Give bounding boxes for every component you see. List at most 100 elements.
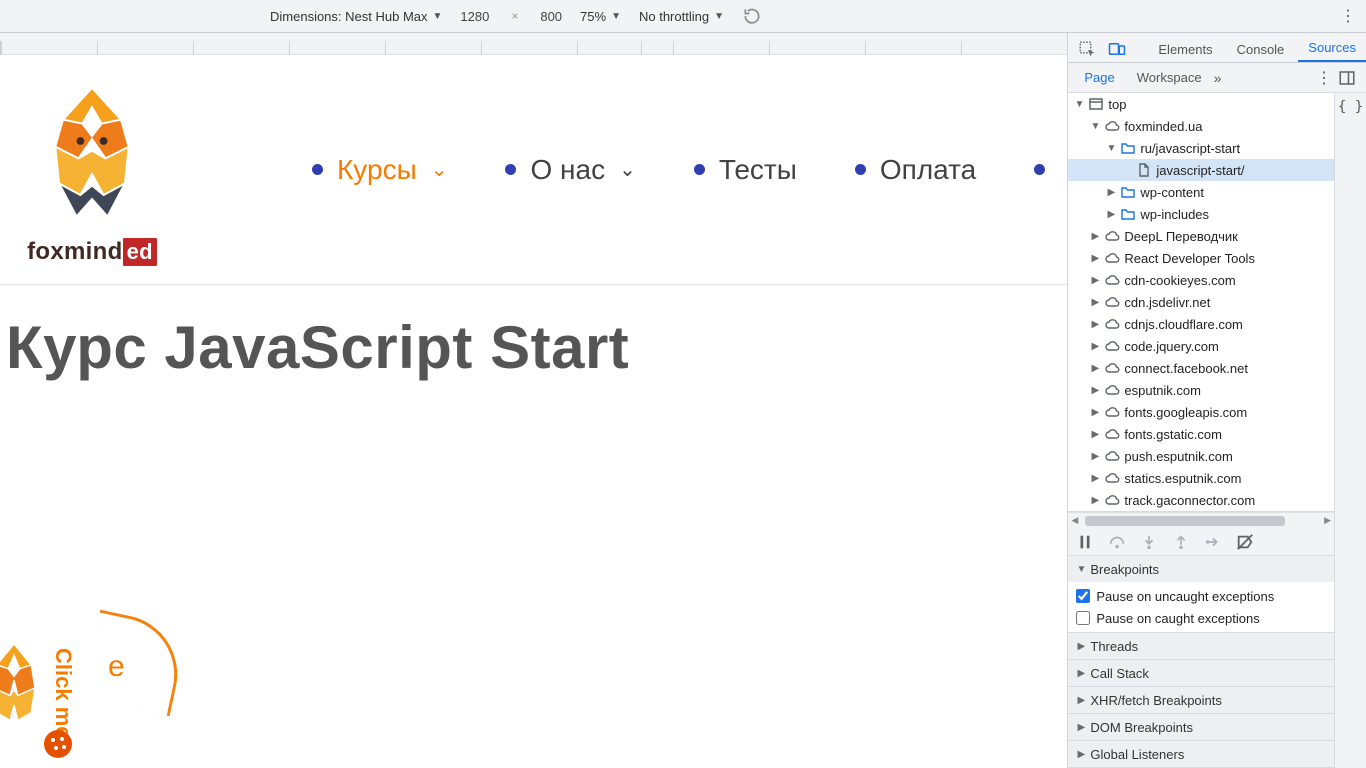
sources-tree[interactable]: ▼top▼foxminded.ua▼ru/javascript-start jav… — [1068, 93, 1334, 512]
panel-layout-icon[interactable] — [1338, 69, 1356, 87]
tree-arrow-icon: ▶ — [1090, 473, 1100, 484]
tree-arrow-icon: ▶ — [1090, 429, 1100, 440]
tree-label: cdn-cookieyes.com — [1124, 273, 1235, 288]
tree-item[interactable]: ▶esputnik.com — [1068, 379, 1334, 401]
step-out-icon[interactable] — [1172, 533, 1190, 551]
dimensions-dropdown[interactable]: Dimensions: Nest Hub Max▼ — [270, 9, 442, 24]
tree-item[interactable]: ▶ fonts.googleapis.com — [1068, 401, 1334, 423]
folder-icon — [1120, 206, 1136, 222]
rotate-button[interactable] — [742, 6, 762, 26]
ruler — [0, 33, 1067, 55]
logo-text-b: ed — [123, 238, 157, 266]
cloud-icon — [1104, 338, 1120, 354]
tree-arrow-icon: ▶ — [1090, 407, 1100, 418]
tab-console[interactable]: Console — [1227, 37, 1295, 62]
folder-icon — [1120, 140, 1136, 156]
tree-item[interactable]: javascript-start/ — [1068, 159, 1334, 181]
checkbox-pause-caught[interactable]: Pause on caught exceptions — [1076, 607, 1328, 629]
pause-icon[interactable] — [1076, 533, 1094, 551]
nav-dot-icon — [312, 164, 323, 175]
nav-dot-icon — [855, 164, 866, 175]
tree-arrow-icon: ▼ — [1106, 143, 1116, 154]
inspect-icon[interactable] — [1078, 40, 1096, 58]
nav-item-payment[interactable]: Оплата — [855, 154, 976, 186]
tree-label: statics.esputnik.com — [1124, 471, 1241, 486]
step-icon[interactable] — [1204, 533, 1222, 551]
tree-arrow-icon: ▶ — [1106, 209, 1116, 220]
tree-item[interactable]: ▶ wp-includes — [1068, 203, 1334, 225]
tree-label: fonts.googleapis.com — [1124, 405, 1247, 420]
horizontal-scrollbar[interactable]: ◀▶ — [1068, 512, 1334, 528]
tree-item[interactable]: ▶DeepL Переводчик — [1068, 225, 1334, 247]
dimension-width[interactable]: 1280 — [460, 9, 489, 24]
pretty-print-icon[interactable]: { } — [1338, 99, 1363, 115]
toolbar-more-button[interactable]: ⋮ — [1340, 6, 1356, 26]
floating-widget[interactable]: e Click me — [0, 608, 150, 768]
deactivate-breakpoints-icon[interactable] — [1236, 533, 1254, 551]
logo[interactable]: foxminded — [12, 73, 172, 266]
subtabs-more-button[interactable]: ⋮ — [1316, 68, 1332, 88]
nav-item-tests[interactable]: Тесты — [694, 154, 797, 186]
nav-dot-icon — [505, 164, 516, 175]
tree-item[interactable]: ▶push.esputnik.com — [1068, 445, 1334, 467]
accordion-dom-breakpoints[interactable]: ▶DOM Breakpoints — [1068, 714, 1334, 741]
cloud-icon — [1104, 118, 1120, 134]
accordion-threads[interactable]: ▶Threads — [1068, 633, 1334, 660]
cookie-icon[interactable] — [42, 728, 74, 760]
cloud-icon — [1104, 272, 1120, 288]
tree-item[interactable]: ▶ fonts.gstatic.com — [1068, 423, 1334, 445]
accordion-call-stack[interactable]: ▶Call Stack — [1068, 660, 1334, 687]
tree-item[interactable]: ▶code.jquery.com — [1068, 335, 1334, 357]
file-icon — [1136, 162, 1152, 178]
tree-arrow-icon: ▶ — [1090, 495, 1100, 506]
page-viewport: foxminded Курсы ⌄ О нас ⌄ — [0, 55, 1067, 768]
dimension-height[interactable]: 800 — [540, 9, 562, 24]
tree-item[interactable]: ▼foxminded.ua — [1068, 115, 1334, 137]
cloud-icon — [1104, 382, 1120, 398]
cloud-icon — [1104, 404, 1120, 420]
tree-item[interactable]: ▶ statics.esputnik.com — [1068, 467, 1334, 489]
tree-label: wp-includes — [1140, 207, 1209, 222]
tree-label: javascript-start/ — [1156, 163, 1244, 178]
subtab-page[interactable]: Page — [1074, 66, 1124, 89]
checkbox-pause-uncaught[interactable]: Pause on uncaught exceptions — [1076, 585, 1328, 607]
tree-arrow-icon: ▶ — [1090, 253, 1100, 264]
tree-arrow-icon: ▶ — [1106, 187, 1116, 198]
more-subtabs-icon[interactable]: » — [1214, 70, 1222, 86]
device-toggle-icon[interactable] — [1108, 40, 1126, 58]
dimension-separator: × — [507, 9, 522, 23]
accordion-xhr-fetch-breakpoints[interactable]: ▶XHR/fetch Breakpoints — [1068, 687, 1334, 714]
tree-item[interactable]: ▼top — [1068, 93, 1334, 115]
tree-item[interactable]: ▶cdn-cookieyes.com — [1068, 269, 1334, 291]
tree-item[interactable]: ▶cdn.jsdelivr.net — [1068, 291, 1334, 313]
nav-dot-icon — [694, 164, 705, 175]
tree-item[interactable]: ▶wp-content — [1068, 181, 1334, 203]
tab-elements[interactable]: Elements — [1148, 37, 1222, 62]
nav-item-courses[interactable]: Курсы ⌄ — [312, 154, 447, 186]
nav-item-about[interactable]: О нас ⌄ — [505, 154, 635, 186]
widget-letter: e — [108, 650, 125, 684]
tree-item[interactable]: ▶connect.facebook.net — [1068, 357, 1334, 379]
step-into-icon[interactable] — [1140, 533, 1158, 551]
nav-item-extra[interactable] — [1034, 164, 1045, 175]
cloud-icon — [1104, 360, 1120, 376]
step-over-icon[interactable] — [1108, 533, 1126, 551]
widget-arc — [82, 610, 189, 717]
tree-item[interactable]: ▼ru/javascript-start — [1068, 137, 1334, 159]
throttling-dropdown[interactable]: No throttling▼ — [639, 9, 724, 24]
side-gutter: { } — [1334, 93, 1366, 768]
tree-arrow-icon: ▼ — [1074, 99, 1084, 110]
nav-label: Курсы — [337, 154, 417, 186]
tab-sources[interactable]: Sources — [1298, 35, 1366, 62]
accordion-breakpoints[interactable]: ▼Breakpoints Pause on uncaught exception… — [1068, 556, 1334, 633]
accordion-global-listeners[interactable]: ▶Global Listeners — [1068, 741, 1334, 768]
device-toolbar: Dimensions: Nest Hub Max▼ 1280 × 800 75%… — [0, 0, 1366, 33]
zoom-dropdown[interactable]: 75%▼ — [580, 9, 621, 24]
tree-arrow-icon: ▶ — [1090, 341, 1100, 352]
fox-logo-icon — [32, 83, 152, 228]
subtab-workspace[interactable]: Workspace — [1127, 66, 1212, 89]
tree-item[interactable]: ▶track.gaconnector.com — [1068, 489, 1334, 511]
tree-item[interactable]: ▶React Developer Tools — [1068, 247, 1334, 269]
tree-label: fonts.gstatic.com — [1124, 427, 1222, 442]
tree-item[interactable]: ▶cdnjs.cloudflare.com — [1068, 313, 1334, 335]
